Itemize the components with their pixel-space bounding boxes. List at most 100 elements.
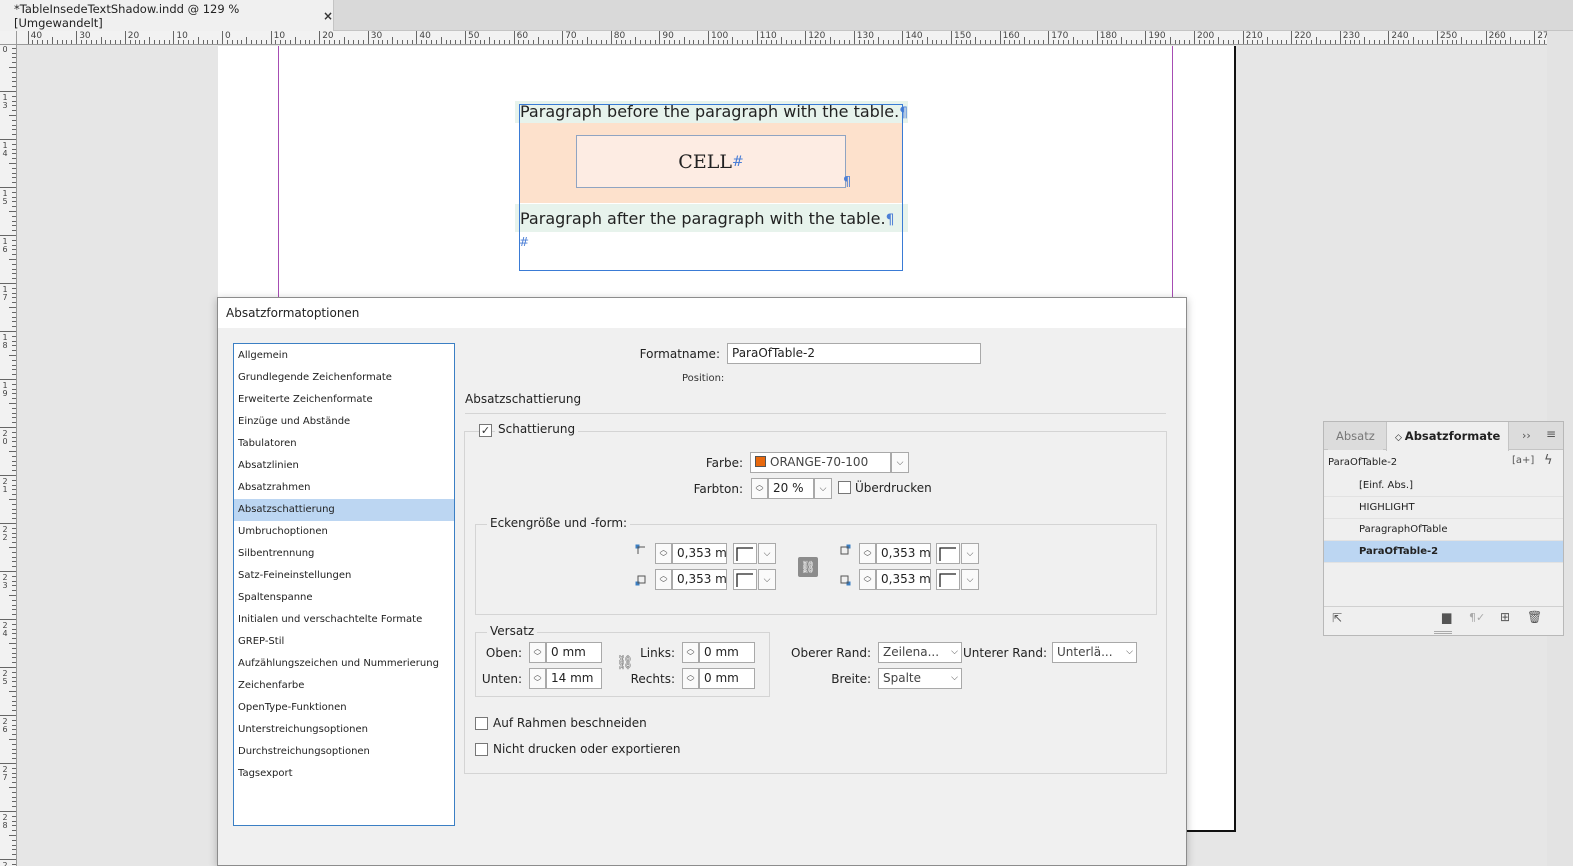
- category-item[interactable]: Aufzählungszeichen und Nummerierung: [234, 653, 454, 675]
- category-item[interactable]: Tabulatoren: [234, 433, 454, 455]
- category-item[interactable]: Silbentrennung: [234, 543, 454, 565]
- shading-checkbox[interactable]: ✓: [479, 424, 492, 437]
- corner-bl-shape-icon[interactable]: [733, 569, 757, 590]
- category-item[interactable]: Absatzlinien: [234, 455, 454, 477]
- category-item[interactable]: Satz-Feineinstellungen: [234, 565, 454, 587]
- corner-tl-input[interactable]: 0,353 mm: [672, 543, 727, 564]
- document-tab[interactable]: *TableInsedeTextShadow.indd @ 129 % [Umg…: [0, 0, 334, 31]
- corner-br-stepper[interactable]: ︿ ﹀: [859, 569, 876, 590]
- category-item[interactable]: Erweiterte Zeichenformate: [234, 389, 454, 411]
- links-input[interactable]: 0 mm: [699, 642, 755, 663]
- ruler-minor-tick: [265, 40, 267, 44]
- corner-tr-shape-icon[interactable]: [936, 543, 960, 564]
- tab-absatzformate[interactable]: ◇ Absatzformate: [1386, 422, 1510, 451]
- ruler-minor-tick: [693, 40, 695, 44]
- ruler-minor-tick: [139, 40, 141, 44]
- close-tab-icon[interactable]: ×: [323, 9, 333, 23]
- farbe-dropdown-arrow-icon[interactable]: ⌵: [891, 452, 909, 473]
- ruler-origin[interactable]: [0, 31, 17, 45]
- category-item[interactable]: GREP-Stil: [234, 631, 454, 653]
- unten-input[interactable]: 14 mm: [546, 668, 602, 689]
- farbton-stepper[interactable]: ︿ ﹀: [751, 478, 768, 499]
- farbton-input[interactable]: 20 %: [768, 478, 814, 499]
- ruler-minor-tick: [12, 460, 16, 462]
- category-item[interactable]: Absatzrahmen: [234, 477, 454, 499]
- category-item[interactable]: Einzüge und Abstände: [234, 411, 454, 433]
- panel-menu-icon[interactable]: ≡: [1546, 427, 1556, 441]
- corner-br-input[interactable]: 0,353 mm: [876, 569, 931, 590]
- ruler-minor-tick: [678, 40, 680, 44]
- ruler-minor-tick: [1276, 40, 1278, 44]
- oberer-rand-dropdown[interactable]: Zeilena... ⌵: [878, 642, 962, 663]
- quick-apply-icon[interactable]: [a+]: [1512, 455, 1534, 466]
- oben-input[interactable]: 0 mm: [546, 642, 602, 663]
- formatname-input[interactable]: ParaOfTable-2: [727, 343, 981, 364]
- category-item[interactable]: Durchstreichungsoptionen: [234, 741, 454, 763]
- category-item[interactable]: Grundlegende Zeichenformate: [234, 367, 454, 389]
- paragraph-style-item[interactable]: HIGHLIGHT: [1324, 497, 1563, 519]
- category-item[interactable]: Zeichenfarbe: [234, 675, 454, 697]
- ruler-minor-tick: [12, 143, 16, 145]
- category-item[interactable]: Initialen und verschachtelte Formate: [234, 609, 454, 631]
- corner-bl-input[interactable]: 0,353 mm: [672, 569, 727, 590]
- text-frame[interactable]: [519, 104, 903, 271]
- ueberdrucken-checkbox[interactable]: [838, 481, 851, 494]
- corner-br-dropdown-icon[interactable]: ⌵: [961, 569, 979, 590]
- lightning-icon[interactable]: ϟ: [1544, 453, 1553, 468]
- category-item[interactable]: Absatzschattierung: [234, 499, 454, 521]
- farbe-dropdown[interactable]: ORANGE-70-100: [750, 452, 891, 473]
- category-item[interactable]: Spaltenspanne: [234, 587, 454, 609]
- paragraph-style-item[interactable]: ParagraphOfTable: [1324, 519, 1563, 541]
- corner-tr-dropdown-icon[interactable]: ⌵: [961, 543, 979, 564]
- clear-overrides-icon[interactable]: ¶✓: [1469, 611, 1485, 624]
- ruler-minor-tick: [12, 134, 16, 136]
- ruler-minor-tick: [95, 40, 97, 44]
- rechts-input[interactable]: 0 mm: [699, 668, 755, 689]
- category-list[interactable]: Allgemein Grundlegende Zeichenformate Erwe…: [233, 343, 455, 826]
- corner-br-shape-icon[interactable]: [936, 569, 960, 590]
- corner-link-icon[interactable]: ⛓: [798, 557, 818, 577]
- corner-tr-stepper[interactable]: ︿ ﹀: [859, 543, 876, 564]
- horizontal-ruler[interactable]: 40 30 20 10 0 10 20 30 40 50 60 70 80 90 100 110 120 130 1…: [17, 31, 1547, 45]
- auf-rahmen-checkbox[interactable]: [475, 717, 488, 730]
- tab-absatz[interactable]: Absatz: [1328, 422, 1383, 450]
- oben-stepper[interactable]: ︿ ﹀: [529, 642, 546, 663]
- nicht-drucken-checkbox[interactable]: [475, 743, 488, 756]
- corner-tl-dropdown-icon[interactable]: ⌵: [758, 543, 776, 564]
- new-group-folder-icon[interactable]: ▆: [1442, 610, 1451, 624]
- farbton-dropdown-arrow-icon[interactable]: ⌵: [814, 478, 832, 499]
- rechts-stepper[interactable]: ︿ ﹀: [682, 668, 699, 689]
- panel-resize-handle[interactable]: [1434, 631, 1452, 634]
- ruler-minor-tick: [168, 40, 170, 44]
- ruler-minor-tick: [673, 40, 675, 44]
- vertical-ruler[interactable]: 0 13 14 15 16 17 18 19 20 21 22 23 24 25 26 27 28 29: [0, 45, 17, 866]
- paragraph-style-item[interactable]: [Einf. Abs.]: [1324, 475, 1563, 497]
- ruler-minor-tick: [9, 403, 16, 404]
- load-styles-icon[interactable]: ⇱: [1332, 611, 1342, 625]
- collapse-panel-icon[interactable]: ››: [1522, 429, 1531, 442]
- ruler-minor-tick: [1509, 37, 1511, 44]
- category-item[interactable]: Allgemein: [234, 345, 454, 367]
- paragraph-style-item[interactable]: ParaOfTable-2: [1324, 541, 1563, 563]
- ruler-minor-tick: [552, 40, 554, 44]
- ruler-minor-tick: [445, 40, 447, 44]
- unten-stepper[interactable]: ︿ ﹀: [529, 668, 546, 689]
- corner-tl-stepper[interactable]: ︿ ﹀: [655, 543, 672, 564]
- trash-icon[interactable]: 🗑: [1527, 610, 1542, 624]
- breite-dropdown[interactable]: Spalte ⌵: [878, 668, 962, 689]
- ruler-minor-tick: [9, 163, 16, 164]
- links-stepper[interactable]: ︿ ﹀: [682, 642, 699, 663]
- corner-bl-dropdown-icon[interactable]: ⌵: [758, 569, 776, 590]
- category-item[interactable]: Tagsexport: [234, 763, 454, 785]
- category-item[interactable]: Umbruchoptionen: [234, 521, 454, 543]
- ruler-minor-tick: [1072, 37, 1074, 44]
- dialog-title: Absatzformatoptionen: [218, 298, 1186, 328]
- ruler-major-tick: [270, 31, 272, 44]
- unterer-rand-dropdown[interactable]: Unterlä... ⌵: [1052, 642, 1137, 663]
- corner-tr-input[interactable]: 0,353 mm: [876, 543, 931, 564]
- category-item[interactable]: Unterstreichungsoptionen: [234, 719, 454, 741]
- corner-bl-stepper[interactable]: ︿ ﹀: [655, 569, 672, 590]
- corner-tl-shape-icon[interactable]: [733, 543, 757, 564]
- new-style-icon[interactable]: ⊞: [1500, 610, 1510, 624]
- category-item[interactable]: OpenType-Funktionen: [234, 697, 454, 719]
